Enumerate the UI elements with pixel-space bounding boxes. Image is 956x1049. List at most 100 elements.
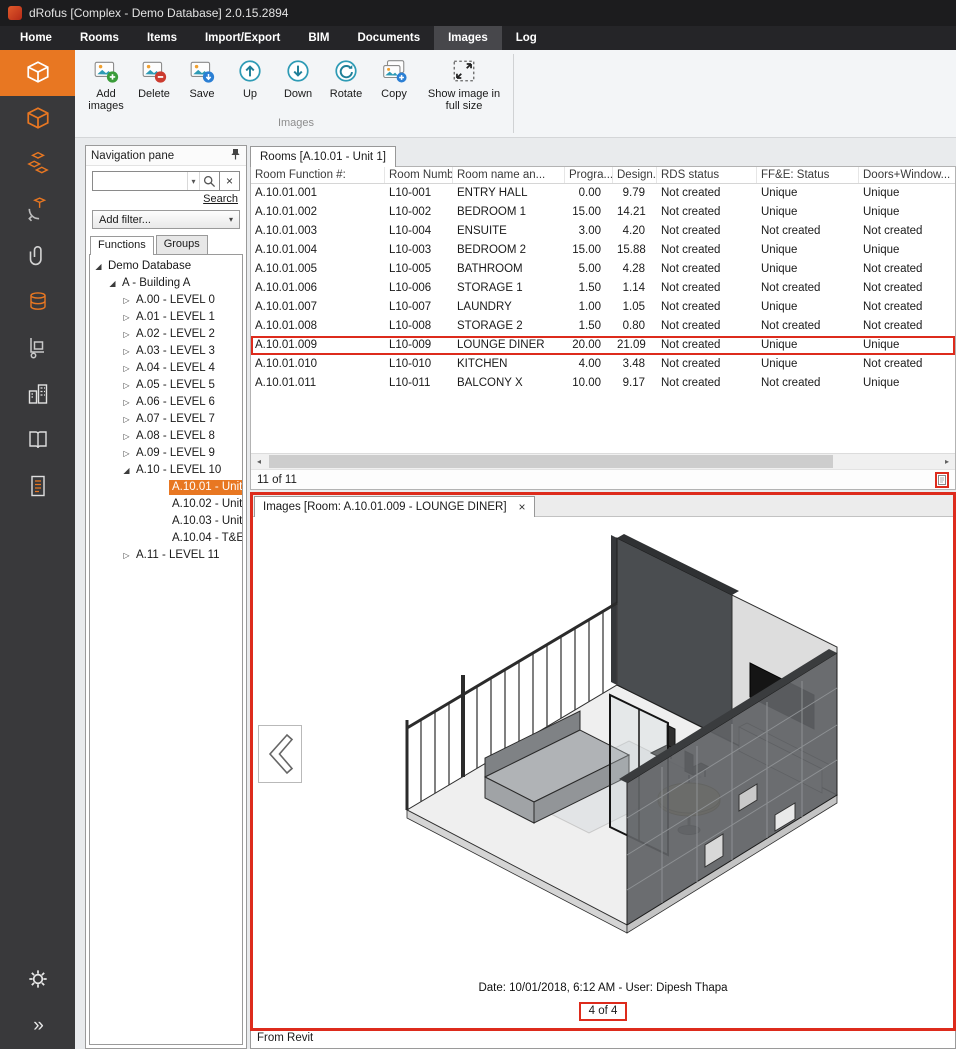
tree-item[interactable]: ▷ A.02 - LEVEL 2 [90, 326, 242, 343]
sidebar-item-model[interactable] [0, 96, 75, 142]
menu-tab[interactable]: Documents [343, 26, 434, 50]
clear-search-button[interactable]: × [219, 172, 239, 190]
tree-expander-icon[interactable]: ▷ [120, 551, 133, 560]
tree-expander-icon[interactable]: ▷ [120, 364, 133, 373]
close-icon[interactable]: × [519, 500, 526, 514]
tree-expander-icon[interactable]: ▷ [120, 347, 133, 356]
save-button[interactable]: Save [181, 54, 223, 102]
down-button[interactable]: Down [277, 54, 319, 102]
tree-item[interactable]: ▷ A.06 - LEVEL 6 [90, 394, 242, 411]
scrollbar-thumb[interactable] [269, 455, 833, 468]
table-row[interactable]: A.10.01.005 L10-005 BATHROOM 5.00 4.28 N… [251, 260, 955, 279]
table-row[interactable]: A.10.01.004 L10-003 BEDROOM 2 15.00 15.8… [251, 241, 955, 260]
tree-item[interactable]: ▷ A.03 - LEVEL 3 [90, 343, 242, 360]
table-row[interactable]: A.10.01.008 L10-008 STORAGE 2 1.50 0.80 … [251, 317, 955, 336]
sidebar-item-reports[interactable] [0, 464, 75, 510]
scroll-left-arrow-icon[interactable]: ◂ [251, 457, 267, 466]
column-header[interactable]: Progra... [565, 167, 613, 183]
table-row[interactable]: A.10.01.003 L10-004 ENSUITE 3.00 4.20 No… [251, 222, 955, 241]
column-header[interactable]: Room Numb... [385, 167, 453, 183]
menu-tab[interactable]: Home [6, 26, 66, 50]
cell-room-function: A.10.01.007 [251, 298, 385, 317]
column-header[interactable]: Design... [613, 167, 657, 183]
images-tab[interactable]: Images [Room: A.10.01.009 - LOUNGE DINER… [254, 496, 535, 517]
tree-item[interactable]: ▷ A.07 - LEVEL 7 [90, 411, 242, 428]
scrollbar-track[interactable] [267, 454, 939, 470]
up-button[interactable]: Up [229, 54, 271, 102]
tree-expander-icon[interactable]: ▷ [120, 432, 133, 441]
sidebar-item-components[interactable] [0, 142, 75, 188]
menu-tab[interactable]: Import/Export [191, 26, 294, 50]
tree-expander-icon[interactable]: ▷ [120, 330, 133, 339]
tree-item[interactable]: ▷ A.09 - LEVEL 9 [90, 445, 242, 462]
scroll-right-arrow-icon[interactable]: ▸ [939, 457, 955, 466]
add-images-button[interactable]: Add images [85, 54, 127, 114]
tree-item[interactable]: ▷ A.05 - LEVEL 5 [90, 377, 242, 394]
tree-item[interactable]: ◢ A - Building A [90, 275, 242, 292]
tree-expander-icon[interactable]: ▷ [120, 381, 133, 390]
nav-tab[interactable]: Functions [90, 236, 154, 255]
menu-tab[interactable]: Items [133, 26, 191, 50]
tree-item[interactable]: ◢ A.10 - LEVEL 10 [90, 462, 242, 479]
tree-expander-icon[interactable]: ◢ [106, 279, 119, 288]
table-row[interactable]: A.10.01.001 L10-001 ENTRY HALL 0.00 9.79… [251, 184, 955, 203]
chevron-down-icon[interactable]: ▾ [187, 172, 199, 190]
tree-item[interactable]: ▷ A.01 - LEVEL 1 [90, 309, 242, 326]
tree-expander-icon[interactable]: ▷ [120, 398, 133, 407]
tree-item-label: A.10.01 - Unit 1 [169, 480, 243, 495]
sidebar-item-database[interactable] [0, 280, 75, 326]
search-link[interactable]: Search [203, 193, 238, 205]
sidebar-item-attachments[interactable] [0, 234, 75, 280]
search-input[interactable] [93, 172, 187, 190]
table-row[interactable]: A.10.01.009 L10-009 LOUNGE DINER 20.00 2… [251, 336, 955, 355]
copy-button[interactable]: Copy [373, 54, 415, 102]
menu-tab[interactable]: Log [502, 26, 551, 50]
report-icon[interactable] [935, 472, 949, 488]
table-row[interactable]: A.10.01.011 L10-011 BALCONY X 10.00 9.17… [251, 374, 955, 393]
table-row[interactable]: A.10.01.010 L10-010 KITCHEN 4.00 3.48 No… [251, 355, 955, 374]
menu-tab[interactable]: BIM [294, 26, 343, 50]
delete-button[interactable]: Delete [133, 54, 175, 102]
full-size-button[interactable]: Show image in full size [421, 54, 507, 114]
sidebar-item-settings[interactable] [0, 957, 75, 1003]
pin-icon[interactable] [230, 148, 241, 163]
rotate-button[interactable]: Rotate [325, 54, 367, 102]
tree-expander-icon[interactable]: ▷ [120, 296, 133, 305]
add-filter-dropdown[interactable]: Add filter... ▾ [92, 210, 240, 229]
table-row[interactable]: A.10.01.006 L10-006 STORAGE 1 1.50 1.14 … [251, 279, 955, 298]
column-header[interactable]: Doors+Window... [859, 167, 956, 183]
tree-expander-icon[interactable]: ▷ [120, 449, 133, 458]
tree-item[interactable]: A.10.04 - T&E [90, 530, 242, 547]
column-header[interactable]: FF&E: Status [757, 167, 859, 183]
tree-expander-icon[interactable]: ▷ [120, 313, 133, 322]
sidebar-item-catalog[interactable] [0, 418, 75, 464]
column-header[interactable]: RDS status [657, 167, 757, 183]
tree-item[interactable]: A.10.03 - Unit 3 [90, 513, 242, 530]
sidebar-item-buildings[interactable] [0, 372, 75, 418]
table-row[interactable]: A.10.01.002 L10-002 BEDROOM 1 15.00 14.2… [251, 203, 955, 222]
tree-item[interactable]: A.10.01 - Unit 1 [90, 479, 242, 496]
table-row[interactable]: A.10.01.007 L10-007 LAUNDRY 1.00 1.05 No… [251, 298, 955, 317]
menu-tab[interactable]: Images [434, 26, 502, 50]
search-icon[interactable] [199, 172, 219, 190]
tree-expander-icon[interactable]: ◢ [92, 262, 105, 271]
tree-item[interactable]: ▷ A.00 - LEVEL 0 [90, 292, 242, 309]
tree-item[interactable]: ▷ A.04 - LEVEL 4 [90, 360, 242, 377]
sidebar-expand-button[interactable]: » [0, 1003, 75, 1049]
sidebar-item-logistics[interactable] [0, 326, 75, 372]
menu-tab[interactable]: Rooms [66, 26, 133, 50]
tree-item[interactable]: ▷ A.11 - LEVEL 11 [90, 547, 242, 564]
sidebar-item-transfer[interactable] [0, 188, 75, 234]
tree-expander-icon[interactable]: ▷ [120, 415, 133, 424]
column-header[interactable]: Room Function #: [251, 167, 385, 183]
column-header[interactable]: Room name an... [453, 167, 565, 183]
tree-item[interactable]: A.10.02 - Unit 2 [90, 496, 242, 513]
tree-item[interactable]: ▷ A.08 - LEVEL 8 [90, 428, 242, 445]
previous-image-button[interactable] [258, 725, 302, 783]
rooms-tab[interactable]: Rooms [A.10.01 - Unit 1] [250, 146, 396, 167]
tree-expander-icon[interactable]: ◢ [120, 466, 133, 475]
sidebar-item-rooms[interactable] [0, 50, 75, 96]
tree-item[interactable]: ◢ Demo Database [90, 258, 242, 275]
horizontal-scrollbar[interactable]: ◂ ▸ [251, 453, 955, 469]
nav-tab[interactable]: Groups [156, 235, 208, 254]
